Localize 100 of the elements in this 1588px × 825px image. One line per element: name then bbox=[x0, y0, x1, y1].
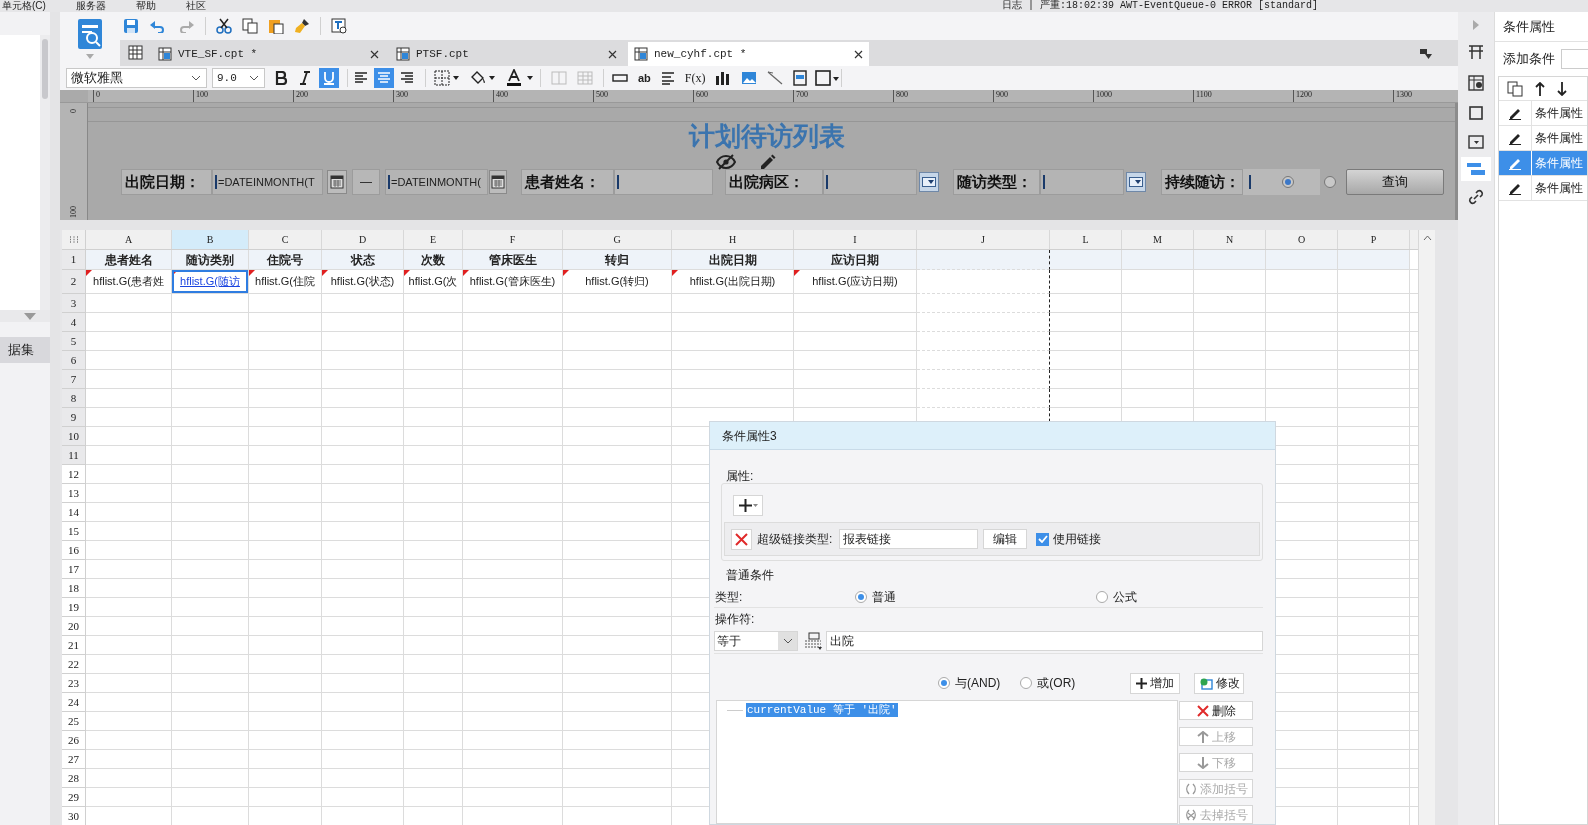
row-number[interactable]: 20 bbox=[62, 617, 86, 636]
dataset-tab[interactable]: 据集 bbox=[0, 337, 50, 363]
cell-formula[interactable]: hflist.G(出院日期) bbox=[689, 273, 776, 290]
condition-item[interactable]: 条件属性 bbox=[1499, 126, 1587, 151]
ruler-label: 0 bbox=[96, 90, 100, 100]
column-title: 患者姓名 bbox=[104, 251, 153, 269]
input-field[interactable]: 出院 bbox=[826, 630, 1263, 651]
field-label: 超级链接类型: bbox=[757, 531, 833, 548]
row-number[interactable]: 28 bbox=[62, 769, 86, 788]
row-number[interactable]: 9 bbox=[62, 408, 86, 427]
field-label: 持续随访： bbox=[1161, 169, 1243, 195]
ruler-label: 1100 bbox=[1196, 90, 1212, 100]
cell-formula[interactable]: hflist.G(应访日期) bbox=[812, 273, 898, 290]
menu-item[interactable]: 社区 bbox=[185, 0, 206, 12]
cell-formula[interactable]: hflist.G(管床医生) bbox=[469, 273, 556, 290]
radio-option[interactable]: 或(OR) bbox=[1020, 674, 1076, 692]
cell-formula[interactable]: hflist.G(状态) bbox=[330, 273, 395, 290]
ruler-label: 800 bbox=[896, 90, 908, 100]
ruler-label: 400 bbox=[496, 90, 508, 100]
row-number[interactable]: 18 bbox=[62, 579, 86, 598]
delete-button[interactable]: 删除 bbox=[1179, 701, 1253, 720]
row-number[interactable]: 15 bbox=[62, 522, 86, 541]
ruler-label: 300 bbox=[396, 90, 408, 100]
row-number[interactable]: 11 bbox=[62, 446, 86, 465]
size-dropdown[interactable]: 9.0 bbox=[212, 68, 265, 88]
cell-formula[interactable]: hflist.G(随访 bbox=[180, 273, 240, 290]
column-title: 应访日期 bbox=[831, 251, 879, 269]
row-number[interactable]: 13 bbox=[62, 484, 86, 503]
row-number[interactable]: 25 bbox=[62, 712, 86, 731]
row-number[interactable]: 14 bbox=[62, 503, 86, 522]
column-title: 出院日期 bbox=[708, 251, 757, 269]
menu-item[interactable]: 服务器 bbox=[75, 0, 106, 12]
row-number[interactable]: 3 bbox=[62, 294, 86, 313]
row-number[interactable]: 8 bbox=[62, 389, 86, 408]
field-label: 出院日期： bbox=[121, 169, 212, 195]
radio-option[interactable]: 公式 bbox=[1096, 587, 1137, 606]
condition-item[interactable]: 条件属性 bbox=[1499, 101, 1587, 126]
cell-formula[interactable]: hflist.G(患者姓 bbox=[93, 273, 164, 290]
font-dropdown[interactable]: 微软雅黑 bbox=[66, 68, 207, 88]
row-number[interactable]: 1 bbox=[62, 250, 86, 270]
file-tab[interactable]: new_cyhf.cpt * bbox=[628, 42, 869, 66]
add-button[interactable]: 增加 bbox=[1130, 672, 1181, 694]
row-number[interactable]: 5 bbox=[62, 332, 86, 351]
column-title: 随访类别 bbox=[186, 251, 234, 269]
ruler-label: 1300 bbox=[1396, 90, 1412, 100]
cell-formula[interactable]: hflist.G(次 bbox=[408, 273, 458, 290]
range-separator: — bbox=[352, 169, 380, 195]
dialog-title: 条件属性3 bbox=[722, 427, 777, 445]
row-number[interactable]: 29 bbox=[62, 788, 86, 807]
column-title: 状态 bbox=[350, 251, 375, 269]
ruler-label: 1000 bbox=[1096, 90, 1112, 100]
row-number[interactable]: 19 bbox=[62, 598, 86, 617]
column-header[interactable]: B bbox=[172, 230, 249, 249]
condition-item[interactable]: 条件属性 bbox=[1499, 176, 1587, 201]
row-number[interactable]: 27 bbox=[62, 750, 86, 769]
field-label: 患者姓名： bbox=[521, 169, 614, 195]
row-number[interactable]: 4 bbox=[62, 313, 86, 332]
ruler-label: 700 bbox=[796, 90, 808, 100]
ruler-label: 500 bbox=[596, 90, 608, 100]
group-label: 普通条件 bbox=[726, 567, 774, 584]
ruler-label: 100 bbox=[196, 90, 208, 100]
menu-item[interactable]: 单元格(C) bbox=[2, 0, 46, 12]
row-number[interactable]: 16 bbox=[62, 541, 86, 560]
row-number[interactable]: 6 bbox=[62, 351, 86, 370]
formula-button[interactable]: F(x) bbox=[684, 69, 706, 87]
operator-dropdown[interactable]: 等于 bbox=[714, 630, 798, 651]
input-field[interactable]: =DATEINMONTH(T bbox=[212, 169, 323, 195]
row-number[interactable]: 7 bbox=[62, 370, 86, 389]
field-label: 出院病区： bbox=[725, 169, 823, 195]
group-label: 属性: bbox=[726, 468, 754, 485]
row-number[interactable]: 23 bbox=[62, 674, 86, 693]
query-button[interactable]: 查询 bbox=[1346, 169, 1444, 195]
ruler-label: 1200 bbox=[1296, 90, 1312, 100]
status-text: 日志 | 严重:18:02:39 AWT-EventQueue-0 ERROR [standard] bbox=[1001, 0, 1318, 12]
row-number[interactable]: 12 bbox=[62, 465, 86, 484]
row-number[interactable]: 22 bbox=[62, 655, 86, 674]
text-tool-button[interactable]: ab bbox=[638, 69, 651, 87]
field-label: 操作符: bbox=[715, 611, 755, 628]
row-number[interactable]: 17 bbox=[62, 560, 86, 579]
row-number[interactable]: 26 bbox=[62, 731, 86, 750]
row-number[interactable]: 24 bbox=[62, 693, 86, 712]
menu-item[interactable]: 帮助 bbox=[135, 0, 156, 12]
input-field[interactable]: 报表链接 bbox=[839, 529, 979, 549]
ruler-label: 900 bbox=[996, 90, 1008, 100]
modify-button[interactable]: 修改 bbox=[1194, 672, 1245, 694]
input-field[interactable]: =DATEINMONTH( bbox=[385, 169, 488, 195]
ruler-label: 200 bbox=[296, 90, 308, 100]
radio-option[interactable]: 普通 bbox=[855, 587, 896, 606]
column-title: 住院号 bbox=[267, 251, 303, 269]
row-number[interactable]: 10 bbox=[62, 427, 86, 446]
edit-button[interactable]: 编辑 bbox=[983, 529, 1028, 549]
ruler-label: 600 bbox=[696, 90, 708, 100]
cell-formula[interactable]: hflist.G(转归) bbox=[585, 273, 649, 290]
column-title: 转归 bbox=[605, 251, 629, 269]
report-title: 计划待访列表 bbox=[688, 122, 845, 150]
row-number[interactable]: 21 bbox=[62, 636, 86, 655]
row-number[interactable]: 2 bbox=[62, 270, 86, 294]
ruler-label: 100 bbox=[69, 206, 78, 218]
cell-formula[interactable]: hflist.G(住院 bbox=[255, 273, 315, 290]
radio-option[interactable]: 与(AND) bbox=[938, 674, 1001, 692]
